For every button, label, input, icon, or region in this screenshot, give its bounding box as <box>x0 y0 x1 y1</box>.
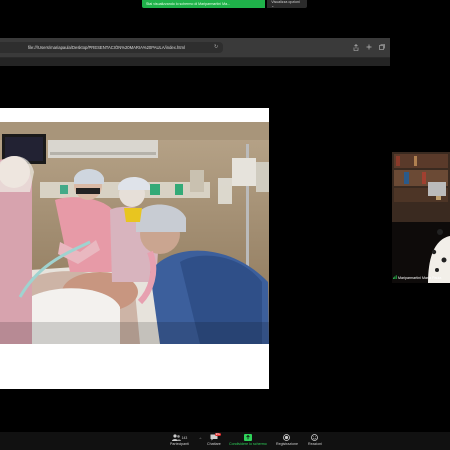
participant-video <box>392 152 450 283</box>
participants-button[interactable]: 143 Partecipanti <box>170 434 189 446</box>
share-icon[interactable] <box>352 43 359 51</box>
participants-count: 143 <box>181 436 188 440</box>
chat-label: Chattare <box>207 442 221 446</box>
screen-share-banner: Stai visualizzando lo schermo di Maripar… <box>142 0 307 8</box>
tab-overview-icon[interactable] <box>378 43 385 51</box>
participant-name-label: Mariparmartini María Paula <box>393 275 441 280</box>
meeting-toolbar: 143 Partecipanti ^ 99+ Chattare Condivid… <box>0 432 450 450</box>
presentation-slide <box>0 108 269 389</box>
participants-icon <box>171 434 181 442</box>
view-options-button[interactable]: Visualizza opzioni ⌄ <box>267 0 307 8</box>
participants-label: Partecipanti <box>170 442 189 446</box>
reactions-label: Reazioni <box>308 442 322 446</box>
record-label: Registrazione <box>276 442 298 446</box>
chevron-up-icon: ^ <box>199 435 202 441</box>
shared-browser-window: file:///Users/mariapaula/Desktop/PRESENT… <box>0 38 390 393</box>
reload-icon[interactable]: ↻ <box>214 45 219 50</box>
screen-share-notice: Stai visualizzando lo schermo di Maripar… <box>142 0 266 8</box>
share-screen-label: Condividere lo schermo <box>229 442 267 446</box>
browser-action-icons <box>352 43 385 51</box>
icu-photo <box>0 122 269 344</box>
record-icon <box>283 434 291 442</box>
share-screen-icon <box>243 434 252 442</box>
smiley-icon <box>311 434 319 442</box>
tab-strip <box>0 58 390 66</box>
chat-button[interactable]: 99+ Chattare <box>207 432 222 446</box>
reactions-button[interactable]: Reazioni <box>308 434 322 446</box>
browser-toolbar: file:///Users/mariapaula/Desktop/PRESENT… <box>0 38 390 58</box>
signal-icon <box>393 275 397 280</box>
chat-badge: 99+ <box>214 432 222 437</box>
record-button[interactable]: Registrazione <box>276 434 298 446</box>
url-text: file:///Users/mariapaula/Desktop/PRESENT… <box>28 45 185 50</box>
address-bar[interactable]: file:///Users/mariapaula/Desktop/PRESENT… <box>0 42 223 53</box>
participant-name: Mariparmartini María Paula <box>398 275 442 280</box>
new-tab-icon[interactable] <box>365 43 372 51</box>
participant-video-tile[interactable]: Mariparmartini María Paula <box>392 152 450 283</box>
participants-menu-caret[interactable]: ^ <box>196 434 205 442</box>
share-screen-button[interactable]: Condividere lo schermo <box>229 434 267 446</box>
